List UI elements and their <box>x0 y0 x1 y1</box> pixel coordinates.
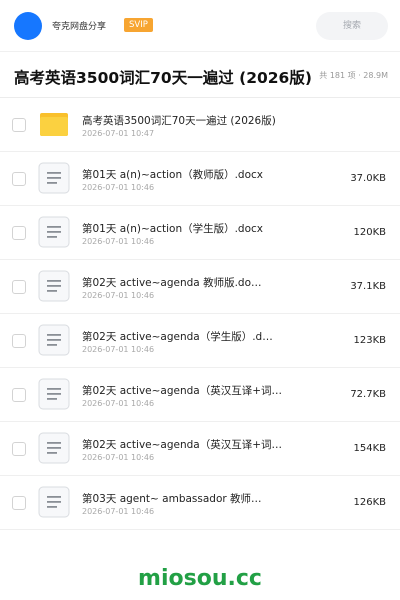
file-name: 第02天 active~agenda（英汉互译+词… <box>82 439 283 451</box>
file-date: 2026-07-01 10:46 <box>82 183 155 192</box>
document-icon <box>38 270 70 302</box>
file-row[interactable]: 第02天 active~agenda（学生版）.d… 2026-07-01 10:… <box>0 314 400 368</box>
folder-icon <box>38 108 70 140</box>
file-list: 高考英语3500词汇70天一遍过 (2026版) 2026-07-01 10:47… <box>0 98 400 530</box>
file-size: 72.7KB <box>350 389 386 400</box>
avatar[interactable] <box>14 12 42 40</box>
file-size: 154KB <box>353 443 386 454</box>
checkbox[interactable] <box>12 334 26 348</box>
document-icon <box>38 216 70 248</box>
file-row[interactable]: 第03天 agent~ ambassador 教师… 2026-07-01 10:… <box>0 476 400 530</box>
checkbox[interactable] <box>12 280 26 294</box>
file-row[interactable]: 第01天 a(n)~action（学生版）.docx 2026-07-01 10:… <box>0 206 400 260</box>
file-date: 2026-07-01 10:46 <box>82 291 155 300</box>
file-date: 2026-07-01 10:46 <box>82 237 155 246</box>
file-name: 高考英语3500词汇70天一遍过 (2026版) <box>82 115 276 127</box>
file-name: 第01天 a(n)~action（教师版）.docx <box>82 169 264 181</box>
checkbox[interactable] <box>12 496 26 510</box>
file-size: 37.1KB <box>350 281 386 292</box>
file-date: 2026-07-01 10:46 <box>82 453 155 462</box>
watermark: miosou.cc <box>138 566 262 591</box>
file-size: 126KB <box>353 497 386 508</box>
file-date: 2026-07-01 10:46 <box>82 345 155 354</box>
file-summary: 共 181 项 · 28.9M <box>319 71 388 80</box>
file-row[interactable]: 第01天 a(n)~action（教师版）.docx 2026-07-01 10:… <box>0 152 400 206</box>
file-size: 123KB <box>353 335 386 346</box>
file-name: 第02天 active~agenda 教师版.do… <box>82 277 262 289</box>
document-icon <box>38 324 70 356</box>
file-row[interactable]: 第02天 active~agenda（英汉互译+词… 2026-07-01 10:… <box>0 368 400 422</box>
file-row[interactable]: 高考英语3500词汇70天一遍过 (2026版) 2026-07-01 10:47 <box>0 98 400 152</box>
checkbox[interactable] <box>12 226 26 240</box>
page-title: 高考英语3500词汇70天一遍过 (2026版) <box>14 69 312 87</box>
file-size: 37.0KB <box>350 173 386 184</box>
checkbox[interactable] <box>12 442 26 456</box>
file-date: 2026-07-01 10:46 <box>82 507 155 516</box>
document-icon <box>38 432 70 464</box>
brand-label: 夸克网盘分享 <box>52 22 107 32</box>
file-date: 2026-07-01 10:46 <box>82 399 155 408</box>
file-date: 2026-07-01 10:47 <box>82 129 155 138</box>
document-icon <box>38 162 70 194</box>
file-name: 第01天 a(n)~action（学生版）.docx <box>82 223 264 235</box>
checkbox[interactable] <box>12 172 26 186</box>
file-name: 第02天 active~agenda（英汉互译+词… <box>82 385 283 397</box>
file-name: 第03天 agent~ ambassador 教师… <box>82 493 262 505</box>
title-bar: 高考英语3500词汇70天一遍过 (2026版) 共 181 项 · 28.9M <box>0 52 400 98</box>
svip-badge: SVIP <box>124 18 153 32</box>
checkbox[interactable] <box>12 388 26 402</box>
file-row[interactable]: 第02天 active~agenda 教师版.do… 2026-07-01 10:… <box>0 260 400 314</box>
search-input[interactable]: 搜索 <box>316 12 388 40</box>
file-size: 120KB <box>353 227 386 238</box>
file-name: 第02天 active~agenda（学生版）.d… <box>82 331 273 343</box>
document-icon <box>38 486 70 518</box>
app-header: 夸克网盘分享 SVIP 搜索 <box>0 0 400 52</box>
document-icon <box>38 378 70 410</box>
file-row[interactable]: 第02天 active~agenda（英汉互译+词… 2026-07-01 10:… <box>0 422 400 476</box>
checkbox[interactable] <box>12 118 26 132</box>
